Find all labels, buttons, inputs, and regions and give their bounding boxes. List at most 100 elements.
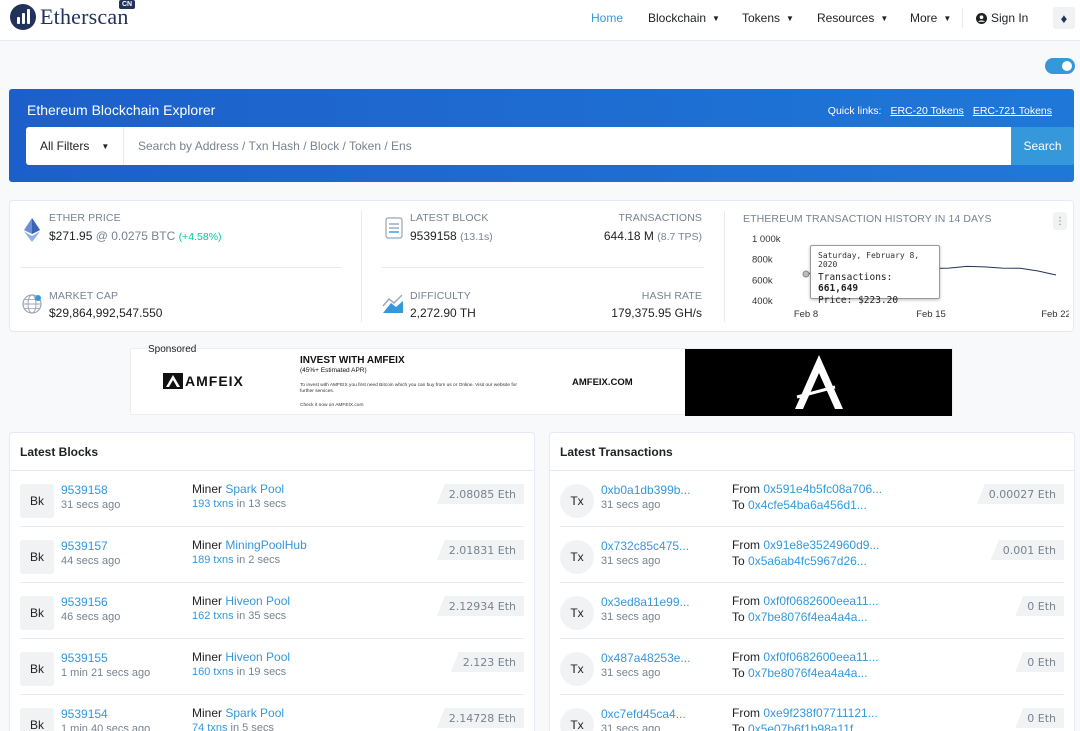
block-number-link[interactable]: 9539158 [61, 483, 108, 497]
difficulty-value: 2,272.90 TH [410, 306, 476, 320]
nav-more[interactable]: More ▼ [910, 0, 951, 36]
from-address-link[interactable]: 0xf0f0682600eea11... [763, 594, 878, 608]
etherscan-logo-icon [10, 4, 36, 30]
block-number-link[interactable]: 9539157 [61, 539, 108, 553]
tx-value-badge: 0.001 Eth [990, 540, 1064, 560]
tx-hash-link[interactable]: 0xc7efd45ca4... [601, 707, 686, 721]
data-point[interactable] [965, 265, 968, 268]
theme-toggle[interactable] [1045, 58, 1075, 74]
miner-link[interactable]: Hiveon Pool [225, 594, 290, 608]
tx-to: To 0x7be8076f4ea4a4a... [732, 610, 868, 624]
miner-link[interactable]: Spark Pool [225, 706, 284, 720]
tx-hash-link[interactable]: 0x3ed8a11e99... [601, 595, 690, 609]
user-circle-icon [976, 12, 987, 24]
miner-link[interactable]: Hiveon Pool [225, 650, 290, 664]
data-point[interactable] [1037, 269, 1040, 272]
search-button[interactable]: Search [1011, 127, 1074, 165]
transaction-row: Tx 0x487a48253e... 31 secs ago From 0xf0… [550, 639, 1074, 695]
data-point[interactable] [802, 270, 810, 278]
nav-resources[interactable]: Resources ▼ [817, 0, 888, 36]
transactions-label: TRANSACTIONS [618, 212, 702, 224]
tx-to: To 0x5a6ab4fc5967d26... [732, 554, 867, 568]
network-switch-button[interactable]: ♦ [1053, 7, 1075, 29]
quick-link-erc20[interactable]: ERC-20 Tokens [890, 105, 963, 117]
tx-hash-link[interactable]: 0xb0a1db399b... [601, 483, 690, 497]
latest-transactions-panel: Latest Transactions Tx 0xb0a1db399b... 3… [549, 432, 1075, 731]
quick-link-erc721[interactable]: ERC-721 Tokens [973, 105, 1052, 117]
nav-home[interactable]: Home [591, 0, 623, 36]
block-age: 46 secs ago [61, 611, 121, 623]
latest-transactions-title: Latest Transactions [560, 445, 673, 459]
to-address-link[interactable]: 0x5e07b6f1b98a11f... [748, 722, 863, 731]
data-point[interactable] [1001, 267, 1004, 270]
tx-from: From 0xe9f238f07711121... [732, 706, 878, 720]
txns-link[interactable]: 193 txns [192, 498, 234, 510]
block-reward-badge: 2.08085 Eth [436, 484, 524, 504]
chart-title: ETHEREUM TRANSACTION HISTORY IN 14 DAYS [743, 213, 992, 225]
x-tick-label: Feb 15 [916, 309, 946, 320]
search-input[interactable] [124, 127, 994, 165]
nav-tokens[interactable]: Tokens ▼ [742, 0, 794, 36]
brand-logo[interactable]: Etherscan [10, 4, 129, 30]
tx-from: From 0x591e4b5fc08a706... [732, 482, 883, 496]
amfeix-emblem-icon [795, 355, 843, 409]
block-row: Bk 9539156 46 secs ago Miner Hiveon Pool… [10, 583, 534, 639]
block-row: Bk 9539154 1 min 40 secs ago Miner Spark… [10, 695, 534, 731]
chevron-down-icon: ▼ [786, 13, 794, 23]
chevron-down-icon: ▼ [943, 13, 952, 23]
tx-value-badge: 0.00027 Eth [976, 484, 1064, 504]
block-reward-badge: 2.01831 Eth [436, 540, 524, 560]
data-point[interactable] [983, 265, 986, 268]
block-reward-badge: 2.14728 Eth [436, 708, 524, 728]
block-age: 1 min 40 secs ago [61, 723, 151, 731]
nav-divider [962, 8, 963, 28]
tooltip-transactions: Transactions: 661,649 [818, 272, 893, 294]
from-address-link[interactable]: 0x591e4b5fc08a706... [763, 482, 882, 496]
miner-link[interactable]: MiningPoolHub [225, 538, 306, 552]
page-title: Ethereum Blockchain Explorer [27, 102, 216, 118]
from-address-link[interactable]: 0x91e8e3524960d9... [763, 538, 879, 552]
tx-to: To 0x7be8076f4ea4a4a... [732, 666, 868, 680]
ad-headline: INVEST WITH AMFEIX [300, 355, 405, 366]
block-miner: Miner MiningPoolHub [192, 538, 307, 552]
to-address-link[interactable]: 0x7be8076f4ea4a4a... [748, 610, 867, 624]
miner-link[interactable]: Spark Pool [225, 482, 284, 496]
data-point[interactable] [1054, 273, 1057, 276]
to-address-link[interactable]: 0x5a6ab4fc5967d26... [748, 554, 867, 568]
nav-sign-in[interactable]: Sign In [976, 0, 1028, 36]
txns-link[interactable]: 189 txns [192, 554, 234, 566]
to-address-link[interactable]: 0x4cfe54ba6a456d1... [748, 498, 867, 512]
hash-rate-label: HASH RATE [641, 290, 702, 302]
chart-tooltip: Saturday, February 8, 2020 Transactions:… [810, 245, 940, 306]
tx-to: To 0x4cfe54ba6a456d1... [732, 498, 867, 512]
nav-blockchain[interactable]: Blockchain ▼ [648, 0, 720, 36]
tx-value-badge: 0 Eth [1015, 596, 1064, 616]
filter-select[interactable]: All Filters ▼ [26, 127, 124, 165]
data-point[interactable] [947, 267, 950, 270]
to-address-link[interactable]: 0x7be8076f4ea4a4a... [748, 666, 867, 680]
ether-price-label: ETHER PRICE [49, 212, 121, 224]
block-txns: 162 txns in 35 secs [192, 610, 287, 622]
tx-age: 31 secs ago [601, 611, 661, 623]
block-reward-badge: 2.12934 Eth [436, 596, 524, 616]
ad-cta: Check it now on AMFEIX.com [300, 403, 364, 408]
sponsored-banner[interactable]: AMFEIX INVEST WITH AMFEIX (45%+ Estimate… [130, 348, 953, 416]
block-age: 1 min 21 secs ago [61, 667, 151, 679]
y-tick-label: 800k [752, 255, 773, 266]
txns-link[interactable]: 160 txns [192, 666, 234, 678]
block-miner: Miner Spark Pool [192, 482, 285, 496]
from-address-link[interactable]: 0xe9f238f07711121... [763, 706, 877, 720]
block-number-link[interactable]: 9539154 [61, 707, 108, 721]
brand-region-badge: CN [119, 0, 136, 9]
block-txns: 189 txns in 2 secs [192, 554, 281, 566]
txns-link[interactable]: 162 txns [192, 610, 234, 622]
from-address-link[interactable]: 0xf0f0682600eea11... [763, 650, 878, 664]
block-number-link[interactable]: 9539155 [61, 651, 108, 665]
tx-hash-link[interactable]: 0x732c85c475... [601, 539, 689, 553]
txns-link[interactable]: 74 txns [192, 722, 227, 731]
transactions-value: 644.18 M (8.7 TPS) [603, 229, 702, 243]
block-number-link[interactable]: 9539156 [61, 595, 108, 609]
data-point[interactable] [1019, 267, 1022, 270]
tx-hash-link[interactable]: 0x487a48253e... [601, 651, 690, 665]
block-miner: Miner Hiveon Pool [192, 594, 291, 608]
